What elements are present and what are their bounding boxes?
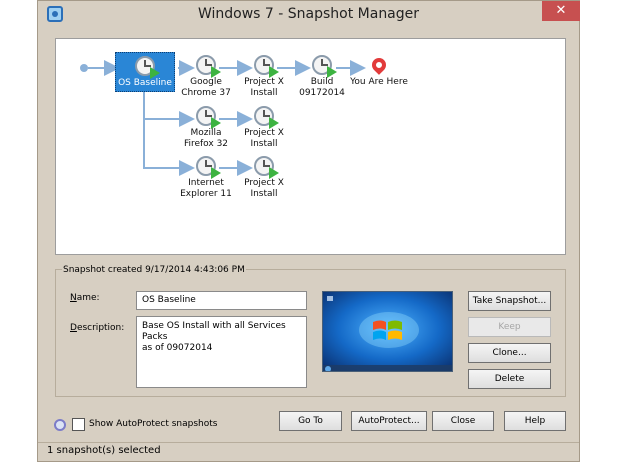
autoprotect-button[interactable]: AutoProtect... — [351, 411, 427, 431]
name-input[interactable]: OS Baseline — [136, 291, 307, 310]
snapshot-clock-icon — [312, 55, 337, 78]
title-bar[interactable]: Windows 7 - Snapshot Manager ✕ — [38, 1, 580, 29]
snapshot-node-project-x-install[interactable]: Project X Install — [234, 156, 294, 200]
snapshot-clock-icon — [196, 55, 221, 78]
snapshot-clock-icon — [254, 55, 279, 78]
snapshot-node-os-baseline[interactable]: OS Baseline — [115, 52, 175, 92]
snapshot-tree[interactable]: OS Baseline Google Chrome 37 Project X I… — [55, 38, 566, 255]
status-text: 1 snapshot(s) selected — [47, 445, 161, 456]
keep-button[interactable]: Keep — [468, 317, 551, 337]
node-label: Google Chrome 37 — [181, 77, 231, 98]
snapshot-node-you-are-here[interactable]: You Are Here — [347, 55, 411, 88]
node-label: Project X Install — [244, 77, 284, 98]
description-input[interactable]: Base OS Install with all Services Packs … — [136, 316, 307, 388]
autoprotect-status-icon — [54, 419, 66, 431]
snapshot-clock-icon — [254, 156, 279, 179]
window-title: Windows 7 - Snapshot Manager — [197, 6, 420, 22]
snapshot-created-header: Snapshot created 9/17/2014 4:43:06 PM — [62, 265, 246, 275]
play-icon — [327, 66, 337, 78]
play-icon — [211, 66, 221, 78]
clone-button[interactable]: Clone... — [468, 343, 551, 363]
windows-7-desktop-thumbnail — [322, 291, 453, 372]
close-window-button[interactable]: ✕ — [542, 1, 580, 21]
delete-button[interactable]: Delete — [468, 369, 551, 389]
snapshot-node-project-x-install[interactable]: Project X Install — [234, 55, 294, 99]
close-button[interactable]: Close — [432, 411, 494, 431]
location-pin-icon — [369, 55, 389, 75]
snapshot-node-build-09172014[interactable]: Build 09172014 — [292, 55, 352, 99]
node-label: Mozilla Firefox 32 — [183, 128, 229, 149]
snapshot-node-google-chrome-37[interactable]: Google Chrome 37 — [176, 55, 236, 99]
go-to-button[interactable]: Go To — [279, 411, 342, 431]
play-icon — [211, 167, 221, 179]
show-autoprotect-label[interactable]: Show AutoProtect snapshots — [89, 419, 217, 429]
root-dot — [80, 64, 88, 72]
node-label: Project X Install — [244, 178, 284, 199]
play-icon — [269, 167, 279, 179]
snapshot-clock-icon — [135, 56, 160, 79]
node-label: Project X Install — [244, 128, 284, 149]
snapshot-clock-icon — [196, 156, 221, 179]
play-icon — [211, 117, 221, 129]
take-snapshot-button[interactable]: Take Snapshot... — [468, 291, 551, 311]
node-label: Internet Explorer 11 — [180, 178, 232, 199]
play-icon — [150, 67, 160, 79]
snapshot-node-project-x-install[interactable]: Project X Install — [234, 106, 294, 150]
show-autoprotect-checkbox[interactable] — [72, 418, 85, 431]
snapshot-manager-window: Windows 7 - Snapshot Manager ✕ OS Baseli — [37, 0, 580, 462]
snapshot-node-internet-explorer-11[interactable]: Internet Explorer 11 — [176, 156, 236, 200]
play-icon — [269, 117, 279, 129]
node-label: OS Baseline — [118, 78, 172, 88]
play-icon — [269, 66, 279, 78]
snapshot-clock-icon — [196, 106, 221, 129]
help-button[interactable]: Help — [504, 411, 566, 431]
snapshot-clock-icon — [254, 106, 279, 129]
description-label: Description: — [70, 323, 125, 333]
node-label: You Are Here — [350, 77, 408, 87]
snapshot-node-mozilla-firefox-32[interactable]: Mozilla Firefox 32 — [176, 106, 236, 150]
node-label: Build 09172014 — [299, 77, 345, 98]
name-label: Name: — [70, 293, 100, 303]
